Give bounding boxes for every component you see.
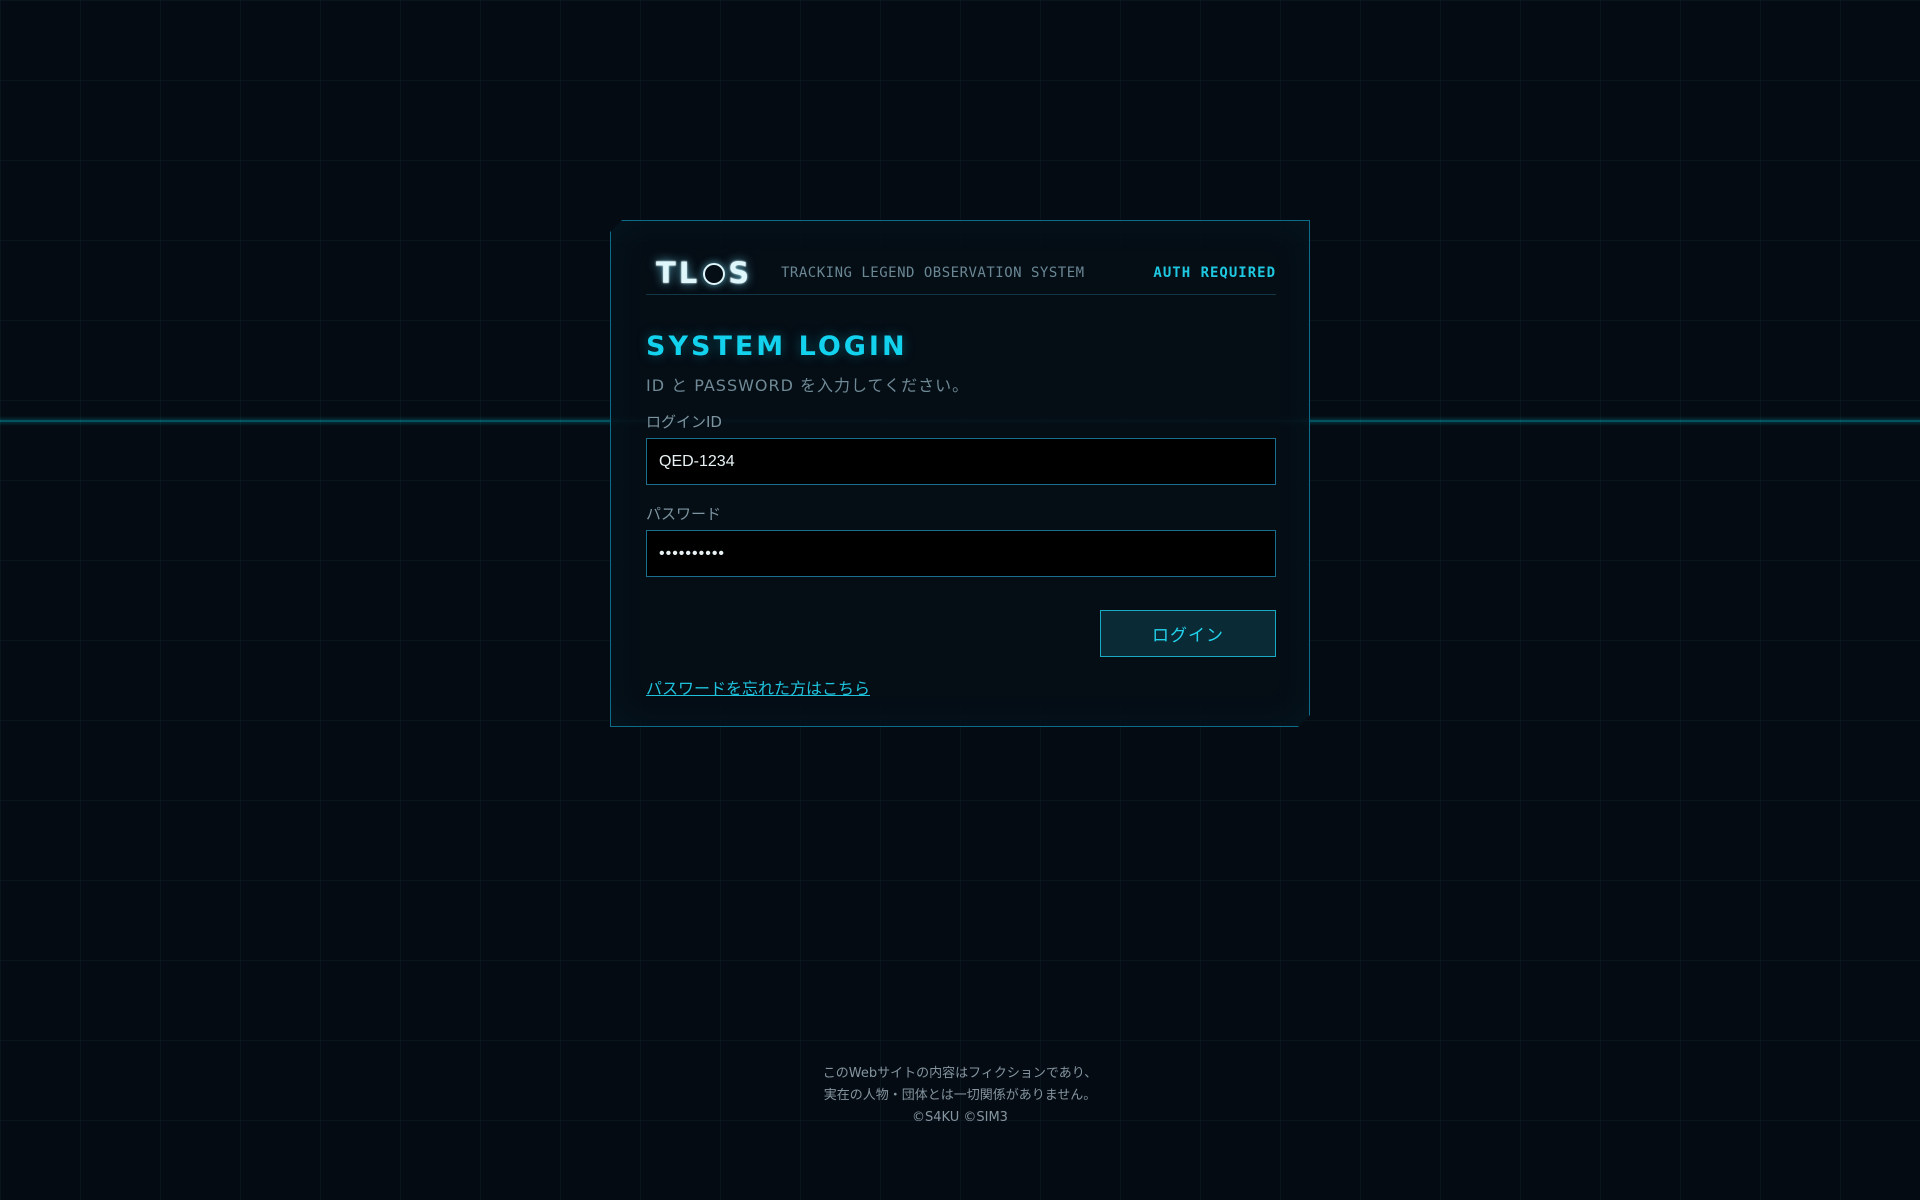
password-label: パスワード [646, 505, 722, 523]
login-panel: TL S TRACKING LEGEND OBSERVATION SYSTEM A… [610, 220, 1310, 727]
footer-disclaimer-line1: このWebサイトの内容はフィクションであり、 [822, 1066, 1098, 1081]
login-button[interactable]: ログイン [1100, 610, 1276, 657]
footer-copyright: ©S4KU ©SIM3 [912, 1110, 1008, 1125]
auth-status-badge: AUTH REQUIRED [1153, 264, 1276, 281]
password-input[interactable] [646, 530, 1276, 577]
forgot-password-link[interactable]: パスワードを忘れた方はこちら [646, 675, 870, 699]
logo-text-right: S [728, 255, 753, 290]
footer: このWebサイトの内容はフィクションであり、 実在の人物・団体とは一切関係があり… [0, 1063, 1920, 1129]
logo-ring-icon [703, 263, 725, 285]
page-title: SYSTEM LOGIN [646, 331, 908, 362]
system-name: TRACKING LEGEND OBSERVATION SYSTEM [781, 264, 1085, 281]
login-instructions: ID と PASSWORD を入力してください。 [646, 376, 970, 395]
panel-header: TL S TRACKING LEGEND OBSERVATION SYSTEM A… [646, 251, 1276, 295]
tlos-logo: TL S [656, 253, 771, 293]
login-id-input[interactable] [646, 438, 1276, 485]
footer-disclaimer-line2: 実在の人物・団体とは一切関係がありません。 [823, 1088, 1097, 1103]
logo-text-left: TL [656, 255, 701, 290]
login-id-label: ログインID [646, 413, 722, 431]
